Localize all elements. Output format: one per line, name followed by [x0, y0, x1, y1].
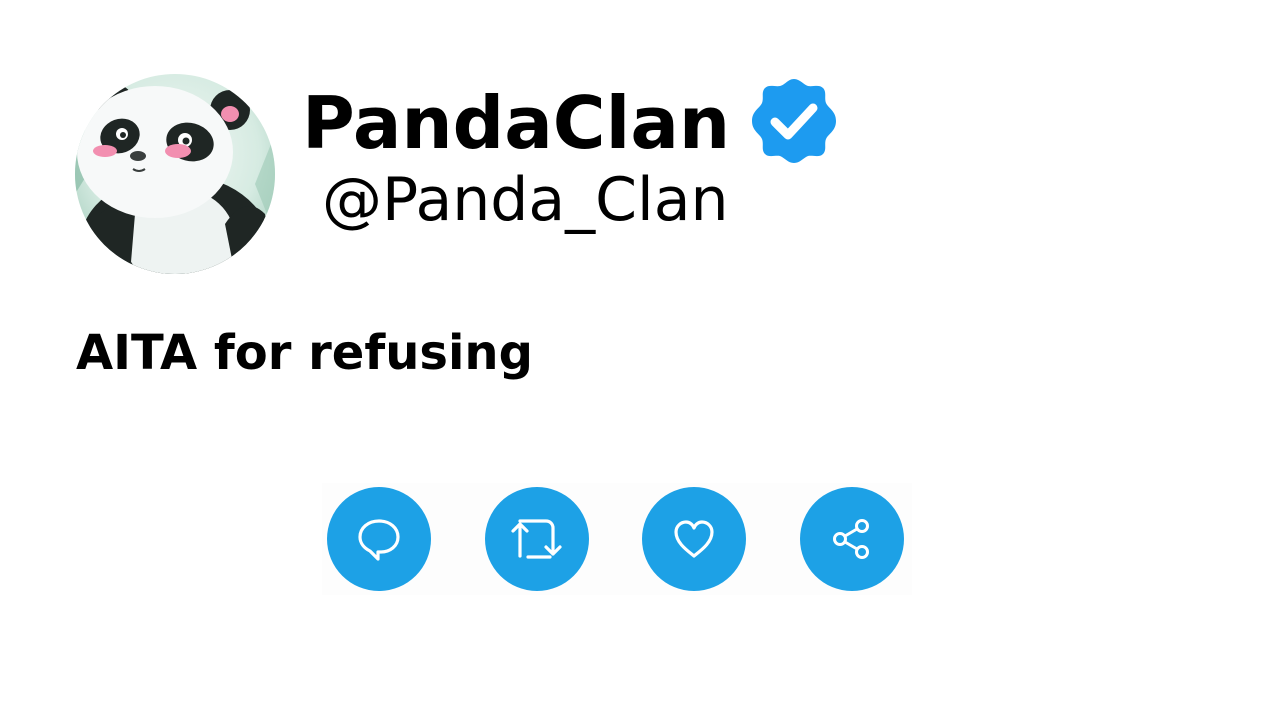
- reply-button[interactable]: [327, 487, 431, 591]
- reply-icon: [358, 519, 400, 561]
- avatar[interactable]: [75, 74, 275, 274]
- share-icon: [833, 519, 869, 559]
- retweet-button[interactable]: [485, 487, 589, 591]
- like-button[interactable]: [642, 487, 746, 591]
- heart-icon: [674, 520, 714, 558]
- post-text: AITA for refusing: [76, 325, 533, 381]
- user-handle[interactable]: @Panda_Clan: [322, 162, 729, 238]
- verified-badge-icon: [750, 77, 838, 165]
- share-button[interactable]: [800, 487, 904, 591]
- display-name-row: PandaClan: [302, 78, 838, 168]
- action-bar: [322, 483, 912, 595]
- display-name[interactable]: PandaClan: [302, 78, 730, 168]
- panda-avatar-image: [75, 74, 275, 274]
- retweet-icon: [511, 519, 562, 559]
